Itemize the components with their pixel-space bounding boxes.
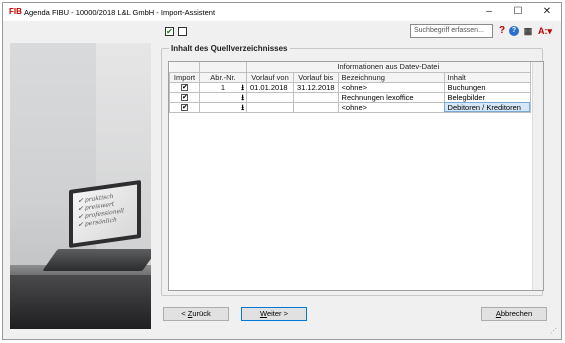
cancel-button[interactable]: Abbrechen — [481, 307, 547, 321]
bezeichnung-cell: Rechnungen lexoffice — [337, 91, 445, 103]
back-button[interactable]: < Zurück — [163, 307, 229, 321]
download-arrow-icon[interactable]: ⭳ — [241, 103, 244, 111]
maximize-button[interactable]: ☐ — [506, 4, 530, 20]
table-row[interactable]: ✔ ⭳ Rechnungen lexoffice Belegbilder — [169, 91, 531, 103]
toolbar-checkbox-checked[interactable]: ✔ — [165, 27, 174, 36]
col-header-import[interactable]: Import — [169, 71, 200, 83]
inhalt-cell: Buchungen — [443, 81, 531, 93]
group-title: Inhalt des Quellverzeichnisses — [169, 44, 290, 53]
wizard-side-image: ✔ praktisch ✔ preiswert ✔ professionell … — [10, 43, 151, 329]
col-header-bezeichnung[interactable]: Bezeichnung — [337, 71, 445, 83]
toolbar-checkbox-unchecked[interactable] — [178, 27, 187, 36]
vorlauf-bis-cell: 31.12.2018 — [293, 81, 339, 93]
table-row[interactable]: ✔ ⭳ <ohne> Debitoren / Kreditoren — [169, 101, 531, 113]
laptop-illustration: ✔ praktisch ✔ preiswert ✔ professionell … — [69, 179, 141, 249]
laptop-base — [42, 249, 151, 271]
vorlauf-bis-cell — [293, 101, 339, 113]
vorlauf-von-cell: 01.01.2018 — [246, 81, 294, 93]
inhalt-cell: Belegbilder — [443, 91, 531, 103]
table-row[interactable]: ✔ 1 ⭳ 01.01.2018 31.12.2018 <ohne> Buchun… — [169, 81, 531, 93]
vorlauf-von-cell — [246, 91, 294, 103]
datev-info-header: Informationen aus Datev-Datei — [246, 62, 531, 73]
abr-nr-cell[interactable]: 1 — [221, 83, 225, 91]
vorlauf-bis-cell — [293, 91, 339, 103]
minimize-button[interactable]: – — [477, 4, 501, 20]
inhalt-cell-selected[interactable]: Debitoren / Kreditoren — [443, 101, 531, 113]
vertical-scrollbar[interactable] — [532, 62, 543, 290]
import-checkbox[interactable]: ✔ — [181, 84, 188, 91]
search-input[interactable]: Suchbegriff erfassen... — [410, 24, 493, 38]
import-checkbox[interactable]: ✔ — [181, 104, 188, 111]
next-button[interactable]: Weiter > — [241, 307, 307, 321]
title-bar[interactable]: FIB Agenda FIBU - 10000/2018 L&L GmbH - … — [3, 3, 561, 21]
col-header-vorlauf-bis[interactable]: Vorlauf bis — [293, 71, 339, 83]
col-header-inhalt[interactable]: Inhalt — [443, 71, 531, 83]
info-icon[interactable]: ? — [509, 26, 519, 36]
bezeichnung-cell: <ohne> — [337, 81, 445, 93]
calculator-icon[interactable]: ▦ — [522, 25, 534, 37]
import-wizard-window: FIB Agenda FIBU - 10000/2018 L&L GmbH - … — [2, 2, 562, 340]
col-header-abr-nr[interactable]: Abr.-Nr. — [199, 71, 247, 83]
help-question-icon[interactable]: ? — [496, 25, 508, 37]
source-grid: Informationen aus Datev-Datei Import Abr… — [168, 61, 544, 291]
download-arrow-icon[interactable]: ⭳ — [241, 93, 244, 101]
close-button[interactable]: ✕ — [535, 4, 559, 20]
resize-grip-icon[interactable]: ⋰ — [550, 328, 558, 336]
bezeichnung-cell: <ohne> — [337, 101, 445, 113]
agenda-menu-icon[interactable]: A:▾ — [535, 25, 555, 37]
vorlauf-von-cell — [246, 101, 294, 113]
import-checkbox[interactable]: ✔ — [181, 94, 188, 101]
window-title: Agenda FIBU - 10000/2018 L&L GmbH - Impo… — [24, 8, 216, 17]
download-arrow-icon[interactable]: ⭳ — [241, 83, 244, 91]
col-header-vorlauf-von[interactable]: Vorlauf von — [246, 71, 294, 83]
app-logo-icon: FIB — [9, 7, 22, 16]
